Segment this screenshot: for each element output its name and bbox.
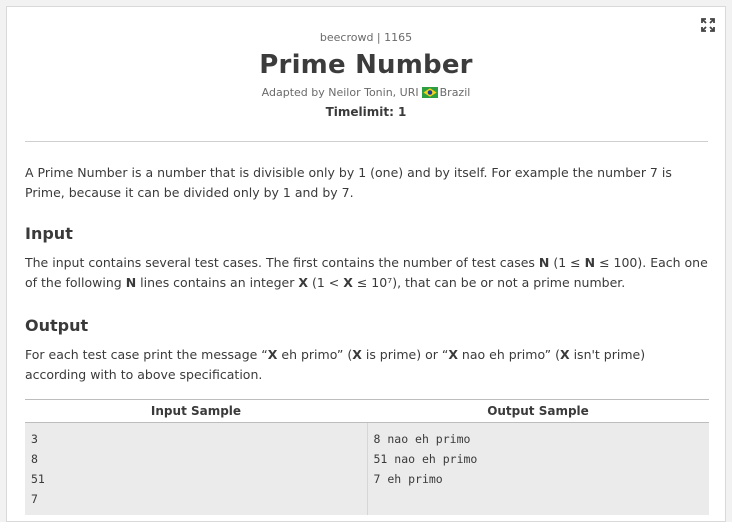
input-sample-line: 51: [31, 472, 45, 486]
output-text-3: is prime) or “: [361, 347, 449, 362]
output-text-2: eh primo” (: [277, 347, 353, 362]
samples-table: Input Sample Output Sample 3 8 51 7 8 na…: [25, 399, 709, 515]
input-var-n: N: [538, 255, 550, 270]
country-label: Brazil: [439, 86, 471, 99]
input-sample-header: Input Sample: [25, 399, 367, 423]
input-sample-line: 3: [31, 432, 38, 446]
author-text: Adapted by Neilor Tonin, URI: [261, 86, 419, 99]
output-var-x: X: [559, 347, 570, 362]
input-heading: Input: [25, 224, 73, 243]
output-var-x: X: [448, 347, 458, 362]
input-text-6: ≤ 10⁷), that can be or not a prime numbe…: [352, 275, 626, 290]
input-text-5: (1 <: [307, 275, 344, 290]
input-text-2: (1 ≤: [549, 255, 585, 270]
page-title: Prime Number: [259, 50, 473, 80]
author-line: Adapted by Neilor Tonin, URI Brazil: [7, 86, 725, 99]
output-sample-header: Output Sample: [367, 399, 709, 423]
output-text-4: nao eh primo” (: [457, 347, 560, 362]
output-text-1: For each test case print the message “: [25, 347, 268, 362]
output-var-x: X: [267, 347, 278, 362]
header-divider: [25, 141, 708, 142]
input-var-x: X: [343, 275, 353, 290]
output-heading: Output: [25, 316, 89, 335]
output-sample-line: 51 nao eh primo: [373, 452, 478, 466]
input-text-1: The input contains several test cases. T…: [25, 255, 539, 270]
timelimit: Timelimit: 1: [325, 105, 407, 119]
input-sample-line: 7: [31, 492, 38, 506]
input-var-x: X: [298, 275, 308, 290]
problem-description: A Prime Number is a number that is divis…: [25, 165, 672, 200]
input-var-n: N: [584, 255, 596, 270]
output-sample-line: 8 nao eh primo: [373, 432, 471, 446]
input-description: The input contains several test cases. T…: [25, 253, 709, 293]
input-text-4: lines contains an integer: [136, 275, 299, 290]
output-sample-cell[interactable]: 8 nao eh primo 51 nao eh primo 7 eh prim…: [366, 422, 709, 515]
input-sample-cell[interactable]: 3 8 51 7: [25, 422, 367, 515]
output-sample-line: 7 eh primo: [373, 472, 443, 486]
expand-icon[interactable]: [701, 17, 715, 32]
brazil-flag-icon: [421, 87, 438, 98]
input-var-n: N: [125, 275, 137, 290]
output-var-x: X: [352, 347, 362, 362]
output-description: For each test case print the message “X …: [25, 345, 709, 385]
breadcrumb: beecrowd | 1165: [319, 31, 413, 44]
input-sample-line: 8: [31, 452, 38, 466]
problem-card: beecrowd | 1165 Prime Number Adapted by …: [6, 6, 726, 522]
